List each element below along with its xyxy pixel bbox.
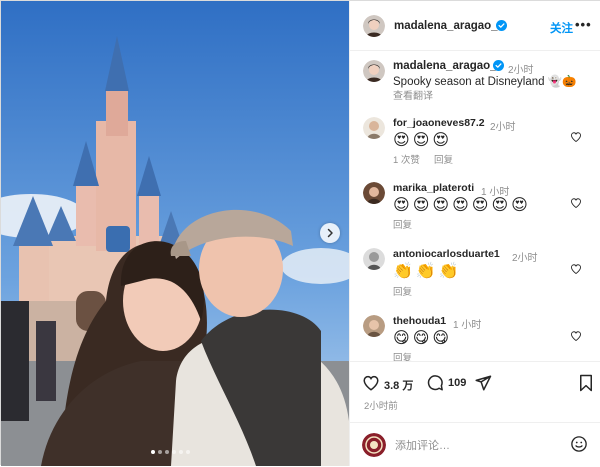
- emoji: 😍: [432, 197, 450, 214]
- comment-like-icon[interactable]: [570, 131, 582, 143]
- comment-meta: 回复: [393, 284, 412, 298]
- post-dialog: madalena_aragao_ 关注 ••• madalena_aragao_…: [0, 0, 600, 466]
- post-details-panel: madalena_aragao_ 关注 ••• madalena_aragao_…: [349, 1, 600, 466]
- comments-count[interactable]: 109: [448, 377, 466, 389]
- add-comment-bar: 添加评论…: [350, 422, 600, 467]
- author-username[interactable]: madalena_aragao_: [394, 20, 498, 32]
- post-timestamp: 2小时前: [364, 401, 398, 412]
- comment-time: 2小时: [512, 253, 538, 264]
- comment-like-icon[interactable]: [570, 330, 582, 342]
- comment-time: 2小时: [490, 122, 516, 133]
- carousel-indicator: [151, 450, 190, 454]
- avatar-image: [363, 315, 385, 337]
- more-options-button[interactable]: •••: [575, 17, 592, 32]
- post-header: madalena_aragao_ 关注 •••: [350, 1, 600, 51]
- emoji: 👏: [415, 263, 436, 280]
- carousel-dot: [186, 450, 190, 454]
- comment-meta: 回复: [393, 217, 412, 231]
- avatar-image: [363, 117, 385, 139]
- emoji: 😍: [412, 132, 430, 149]
- emoji: 👏: [393, 263, 413, 280]
- comment-input[interactable]: 添加评论…: [395, 437, 450, 453]
- comment-likes[interactable]: 1 次赞: [393, 152, 420, 166]
- avatar-image: [363, 248, 385, 270]
- comment-username[interactable]: marika_plateroti: [393, 182, 474, 194]
- comment-time: 1 小时: [453, 320, 482, 331]
- emoji: 👏: [438, 263, 459, 280]
- verified-badge-icon: [493, 60, 504, 71]
- avatar-image: [362, 433, 386, 457]
- verified-badge-icon: [496, 20, 507, 31]
- comment-like-icon[interactable]: [570, 197, 582, 209]
- emoji: 😋: [393, 330, 410, 347]
- emoji-icon[interactable]: [570, 435, 588, 453]
- photo-illustration: [1, 1, 349, 466]
- emoji: 😍: [412, 197, 430, 214]
- reply-button[interactable]: 回复: [393, 284, 412, 298]
- carousel-dot: [172, 450, 176, 454]
- post-actions: 3.8 万 109 2小时前 添加评论…: [350, 361, 600, 466]
- current-user-avatar: [362, 433, 386, 457]
- caption-avatar[interactable]: [363, 60, 385, 82]
- commenter-avatar[interactable]: [363, 315, 385, 337]
- follow-button[interactable]: 关注: [550, 20, 573, 36]
- emoji: 😍: [432, 132, 450, 149]
- emoji: 😍: [511, 197, 528, 214]
- commenter-avatar[interactable]: [363, 117, 385, 139]
- next-photo-button[interactable]: [320, 223, 340, 243]
- commenter-avatar[interactable]: [363, 182, 385, 204]
- avatar-image: [363, 15, 385, 37]
- comment-like-icon[interactable]: [570, 263, 582, 275]
- commenter-avatar[interactable]: [363, 248, 385, 270]
- comment-username[interactable]: antoniocarlosduarte1: [393, 248, 500, 260]
- carousel-dot: [151, 450, 155, 454]
- avatar-image: [363, 60, 385, 82]
- share-icon[interactable]: [474, 374, 492, 392]
- reply-button[interactable]: 回复: [393, 217, 412, 231]
- avatar-image: [363, 182, 385, 204]
- post-photo[interactable]: [1, 1, 349, 466]
- emoji: 😍: [393, 132, 410, 149]
- bookmark-icon[interactable]: [578, 374, 594, 392]
- heart-icon[interactable]: [362, 374, 380, 392]
- comment-text: 👏 👏 👏: [393, 261, 459, 281]
- comment-text: 😋 😋 😋: [393, 328, 449, 348]
- carousel-dot: [158, 450, 162, 454]
- comment-username[interactable]: thehouda1: [393, 315, 446, 327]
- caption-text: Spooky season at Disneyland 👻🎃: [393, 76, 577, 88]
- chevron-right-icon: [327, 228, 333, 238]
- comment-meta: 1 次赞 回复: [393, 152, 453, 166]
- emoji: 😋: [432, 330, 450, 347]
- emoji: 😍: [393, 197, 410, 214]
- emoji: 😍: [491, 197, 509, 214]
- emoji: 😍: [452, 197, 469, 214]
- comment-icon[interactable]: [426, 374, 444, 392]
- emoji: 😋: [412, 330, 430, 347]
- comment-username[interactable]: for_joaoneves87.2: [393, 117, 485, 129]
- carousel-dot: [165, 450, 169, 454]
- see-translation-link[interactable]: 查看翻译: [393, 87, 433, 102]
- comment-text: 😍 😍 😍 😍 😍 😍 😍: [393, 195, 528, 215]
- carousel-dot: [179, 450, 183, 454]
- comment-text: 😍 😍 😍: [393, 130, 449, 150]
- emoji: 😍: [471, 197, 489, 214]
- author-avatar[interactable]: [363, 15, 385, 37]
- caption-username[interactable]: madalena_aragao_: [393, 60, 497, 72]
- reply-button[interactable]: 回复: [434, 152, 453, 166]
- likes-count[interactable]: 3.8 万: [384, 377, 413, 393]
